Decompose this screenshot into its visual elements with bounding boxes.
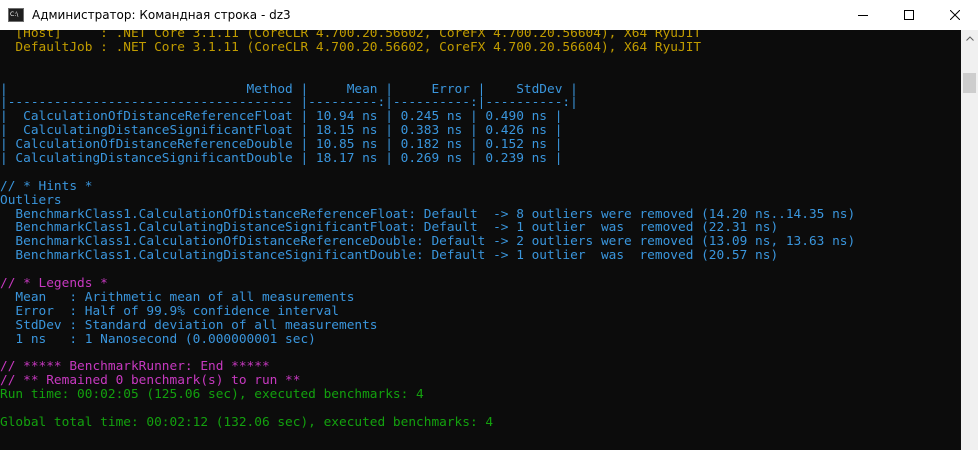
console-line: // * Hints * <box>0 178 93 194</box>
console-line: // ** Remained 0 benchmark(s) to run ** <box>0 373 301 389</box>
console-line: | CalculatingDistanceSignificantDouble |… <box>0 151 563 167</box>
console-line: Mean : Arithmetic mean of all measuremen… <box>0 289 355 305</box>
console-line: | Method | Mean | Error | StdDev | <box>0 81 578 97</box>
console-line: 1 ns : 1 Nanosecond (0.000000001 sec) <box>0 331 316 347</box>
console-line: BenchmarkClass1.CalculatingDistanceSigni… <box>0 220 779 236</box>
title-bar[interactable]: Администратор: Командная строка - dz3 <box>0 0 978 30</box>
close-button[interactable] <box>932 0 978 30</box>
console-line: | CalculationOfDistanceReferenceDouble |… <box>0 137 563 153</box>
scroll-up-button[interactable] <box>961 30 978 47</box>
chevron-up-icon <box>965 36 974 41</box>
console-line: StdDev : Standard deviation of all measu… <box>0 317 378 333</box>
console-output[interactable]: [Host] : .NET Core 3.1.11 (CoreCLR 4.700… <box>0 30 961 450</box>
window-title: Администратор: Командная строка - dz3 <box>32 8 291 22</box>
console-line: Outliers <box>0 192 62 208</box>
console-line: BenchmarkClass1.CalculatingDistanceSigni… <box>0 248 779 264</box>
maximize-icon <box>904 10 914 20</box>
console-line: Global total time: 00:02:12 (132.06 sec)… <box>0 414 494 430</box>
minimize-icon <box>858 15 868 16</box>
console-line: | CalculationOfDistanceReferenceFloat | … <box>0 109 563 125</box>
console-line: Run time: 00:02:05 (125.06 sec), execute… <box>0 387 424 403</box>
cmd-icon[interactable] <box>8 8 24 22</box>
window-controls <box>840 0 978 30</box>
minimize-button[interactable] <box>840 0 886 30</box>
console-line: BenchmarkClass1.CalculationOfDistanceRef… <box>0 234 856 250</box>
vertical-scrollbar[interactable] <box>961 30 978 450</box>
console-line: BenchmarkClass1.CalculationOfDistanceRef… <box>0 206 856 222</box>
console-lines: [Host] : .NET Core 3.1.11 (CoreCLR 4.700… <box>0 30 855 430</box>
console-line: DefaultJob : .NET Core 3.1.11 (CoreCLR 4… <box>0 39 702 55</box>
close-icon <box>950 10 960 20</box>
console-line: Error : Half of 99.9% confidence interva… <box>0 303 339 319</box>
console-line: | CalculatingDistanceSignificantFloat | … <box>0 123 563 139</box>
console-line: // ***** BenchmarkRunner: End ***** <box>0 359 270 375</box>
console-line: |------------------------------------- |… <box>0 95 578 111</box>
console-line: // * Legends * <box>0 276 108 292</box>
console-window: Администратор: Командная строка - dz3 [H… <box>0 0 978 450</box>
scrollbar-thumb[interactable] <box>963 73 976 93</box>
maximize-button[interactable] <box>886 0 932 30</box>
